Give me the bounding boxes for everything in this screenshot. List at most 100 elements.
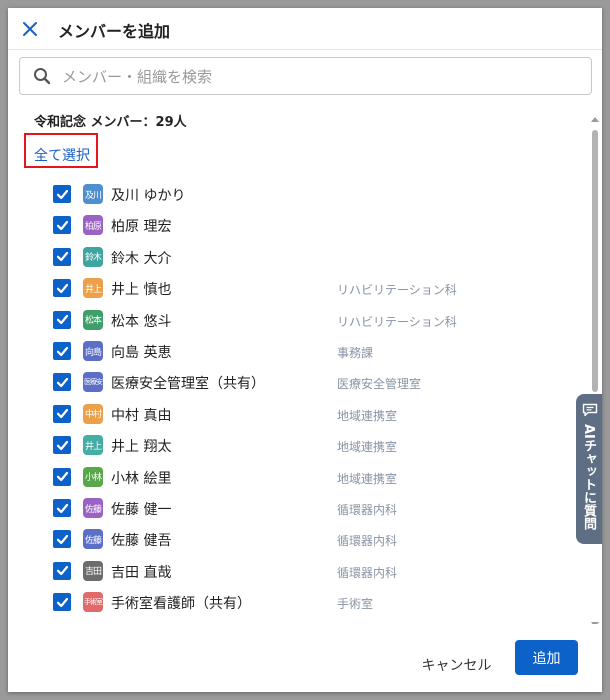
member-name: 佐藤 健吾 (111, 533, 172, 550)
member-checkbox[interactable] (53, 467, 71, 486)
dialog-header: メンバーを追加 (8, 8, 602, 50)
member-row[interactable]: 鈴木 鈴木 大介 (8, 242, 583, 273)
member-checkbox[interactable] (53, 404, 71, 423)
ai-chat-label: AIチャットに質問 (581, 424, 596, 530)
member-row[interactable]: 松本 松本 悠斗 リハビリテーション科 (8, 305, 583, 336)
chat-bubble-icon (582, 402, 598, 421)
member-avatar: 松本 (83, 309, 103, 330)
add-member-dialog: メンバーを追加 令和記念 メンバー：29人 全て選択 及川及川 ゆかり柏原柏原 … (8, 8, 602, 692)
member-checkbox[interactable] (53, 593, 71, 612)
member-row[interactable]: 佐藤 佐藤 健吾 循環器内科 (8, 524, 583, 555)
member-avatar: 手術室 (83, 592, 103, 613)
member-avatar: 小林 (83, 466, 103, 487)
scrollbar[interactable] (590, 116, 600, 634)
check-icon (56, 283, 68, 293)
close-icon (23, 22, 37, 36)
member-checkbox[interactable] (53, 561, 71, 580)
member-row[interactable]: 井上 井上 慎也 リハビリテーション科 (8, 273, 583, 304)
check-icon (56, 314, 68, 325)
member-row[interactable]: 吉田 吉田 直哉 循環器内科 (8, 556, 583, 587)
cancel-button[interactable]: キャンセル (408, 648, 505, 682)
member-checkbox[interactable] (53, 310, 71, 329)
member-name: 中村 真由 (111, 407, 172, 424)
member-name: 吉田 直哉 (111, 564, 172, 581)
member-name: 手術室看護師（共有） (111, 596, 251, 613)
member-checkbox[interactable] (53, 436, 71, 455)
member-department: 地域連携室 (337, 408, 398, 423)
member-name: 鈴木 大介 (111, 250, 172, 267)
check-icon (56, 252, 68, 262)
member-department: リハビリテーション科 (337, 283, 457, 298)
member-avatar: 井上 (83, 278, 103, 299)
member-avatar: 佐藤 (83, 529, 103, 550)
member-row[interactable]: 小林 小林 絵里 地域連携室 (8, 462, 583, 493)
member-checkbox[interactable] (53, 247, 71, 266)
check-icon (56, 597, 68, 607)
check-icon (56, 503, 68, 513)
member-name: 向島 英恵 (111, 345, 172, 361)
select-all-link[interactable]: 全て選択 (34, 145, 90, 165)
member-checkbox[interactable] (53, 530, 71, 549)
group-member-count: 令和記念 メンバー：29人 (34, 115, 187, 130)
member-checkbox[interactable] (53, 342, 71, 360)
member-name: 松本 悠斗 (111, 313, 172, 330)
check-icon (56, 566, 68, 576)
member-name: 井上 慎也 (111, 282, 172, 299)
member-name: 井上 翔太 (111, 439, 172, 456)
scrollbar-thumb[interactable] (592, 130, 598, 392)
search-icon (33, 67, 51, 89)
member-avatar: 鈴木 (83, 246, 103, 267)
check-icon (56, 471, 68, 482)
member-avatar: 佐藤 (83, 498, 103, 518)
dialog-title: メンバーを追加 (58, 22, 171, 41)
member-avatar: 柏原 (83, 215, 103, 236)
member-avatar: 及川 (83, 184, 103, 204)
member-row[interactable]: 中村 中村 真由 地域連携室 (8, 399, 583, 430)
ai-chat-tab[interactable]: AIチャットに質問 (576, 394, 602, 544)
member-row[interactable]: 佐藤 佐藤 健一 循環器内科 (8, 493, 583, 524)
member-checkbox[interactable] (53, 499, 71, 517)
member-list: 及川 及川 ゆかり 柏原 柏原 理宏 鈴木 鈴木 大介 井上 井上 慎也 リハビリテーション科松… (8, 171, 583, 624)
member-row[interactable]: 及川 及川 ゆかり (8, 179, 583, 210)
member-avatar: 中村 (83, 403, 103, 424)
member-name: 佐藤 健一 (111, 502, 172, 518)
add-button[interactable]: 追加 (515, 640, 578, 675)
check-icon (56, 409, 68, 419)
check-icon (56, 220, 68, 230)
member-department: 手術室 (337, 597, 374, 612)
member-department: 事務課 (337, 346, 374, 360)
member-department: 循環器内科 (337, 534, 398, 549)
member-row[interactable]: 柏原 柏原 理宏 (8, 210, 583, 241)
member-checkbox[interactable] (53, 279, 71, 298)
member-name: 小林 絵里 (111, 470, 172, 487)
member-avatar: 吉田 (83, 560, 103, 581)
member-name: 柏原 理宏 (111, 219, 172, 236)
search-input[interactable] (60, 58, 584, 96)
member-department: リハビリテーション科 (337, 314, 457, 329)
member-name: 医療安全管理室（共有） (111, 376, 265, 393)
member-department: 地域連携室 (337, 440, 398, 455)
member-checkbox[interactable] (53, 373, 71, 392)
check-icon (56, 534, 68, 544)
close-button[interactable] (18, 17, 42, 41)
member-avatar: 井上 (83, 435, 103, 456)
member-department: 循環器内科 (337, 565, 398, 580)
member-checkbox[interactable] (53, 185, 71, 203)
member-avatar: 向島 (83, 341, 103, 361)
check-icon (56, 440, 68, 450)
member-avatar: 医療安 (83, 372, 103, 393)
member-department: 地域連携室 (337, 471, 398, 486)
dialog-footer: キャンセル 追加 (8, 624, 602, 692)
member-row[interactable]: 医療安 医療安全管理室（共有） 医療安全管理室 (8, 367, 583, 398)
member-department: 循環器内科 (337, 503, 398, 517)
member-checkbox[interactable] (53, 216, 71, 235)
check-icon (56, 346, 68, 356)
check-icon (56, 377, 68, 387)
scroll-up-arrow-icon[interactable] (591, 116, 599, 124)
member-name: 及川 ゆかり (111, 188, 186, 204)
member-row[interactable]: 向島 向島 英恵 事務課 (8, 336, 583, 367)
member-row[interactable]: 手術室 手術室看護師（共有） 手術室 (8, 587, 583, 618)
member-department: 医療安全管理室 (337, 377, 422, 392)
search-box (19, 57, 592, 96)
member-row[interactable]: 井上 井上 翔太 地域連携室 (8, 430, 583, 461)
